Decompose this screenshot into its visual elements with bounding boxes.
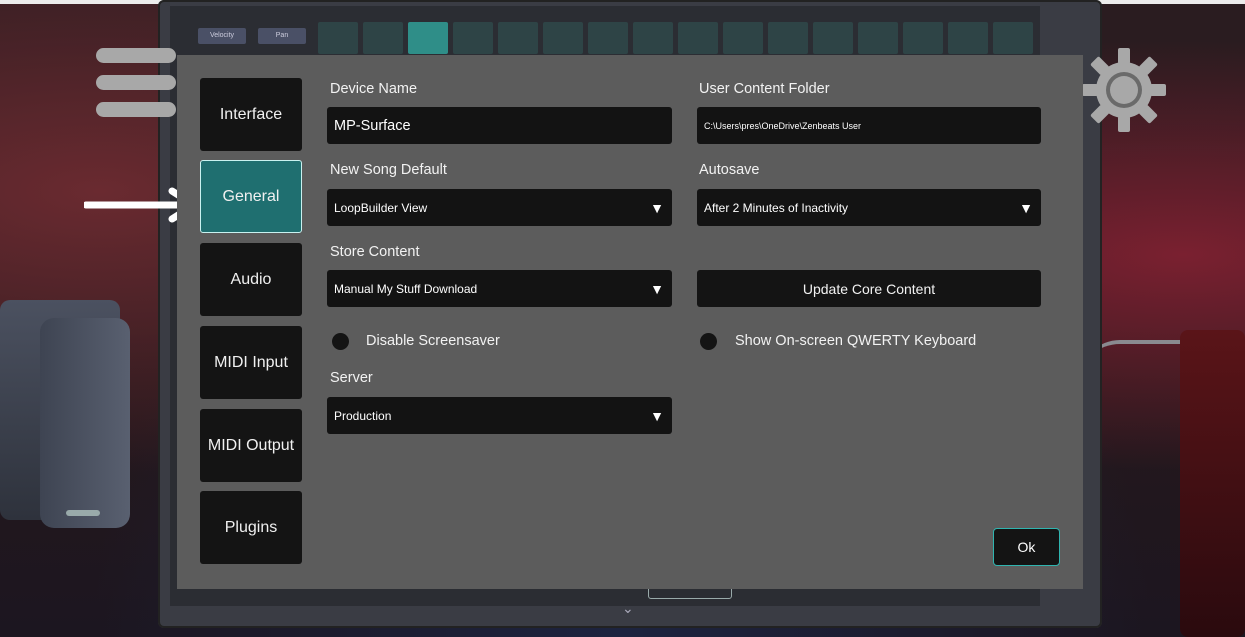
tab-audio[interactable]: Audio — [200, 243, 302, 316]
background-pad — [588, 22, 628, 54]
background-pad — [498, 22, 538, 54]
background-velocity-button: Velocity — [198, 28, 246, 44]
background-pad — [723, 22, 763, 54]
triangle-down-icon: ▼ — [1019, 199, 1033, 216]
device-name-label: Device Name — [330, 81, 418, 97]
server-label: Server — [330, 370, 373, 386]
background-pad — [993, 22, 1033, 54]
triangle-down-icon: ▼ — [650, 199, 664, 216]
show-qwerty-label: Show On-screen QWERTY Keyboard — [735, 333, 977, 349]
background-pad — [363, 22, 403, 54]
autosave-value: After 2 Minutes of Inactivity — [704, 200, 849, 215]
show-qwerty-radio[interactable] — [700, 333, 717, 350]
background-pad — [678, 22, 718, 54]
background-pad — [903, 22, 943, 54]
update-core-content-button[interactable]: Update Core Content — [697, 270, 1041, 307]
background-right-device — [1180, 330, 1245, 637]
store-content-select[interactable]: Manual My Stuff Download ▼ — [327, 270, 672, 307]
triangle-down-icon: ▼ — [650, 280, 664, 297]
user-content-folder-label: User Content Folder — [699, 81, 830, 97]
background-pad — [768, 22, 808, 54]
background-pad — [543, 22, 583, 54]
gear-icon[interactable] — [1082, 48, 1166, 137]
background-pad — [948, 22, 988, 54]
background-pan-button: Pan — [258, 28, 306, 44]
ok-button[interactable]: Ok — [993, 528, 1060, 566]
tab-general[interactable]: General — [200, 160, 302, 233]
device-name-input[interactable]: MP-Surface — [327, 107, 672, 144]
store-content-label: Store Content — [330, 244, 420, 260]
server-select[interactable]: Production ▼ — [327, 397, 672, 434]
server-value: Production — [334, 408, 392, 423]
tab-midi-input[interactable]: MIDI Input — [200, 326, 302, 399]
tab-midi-output[interactable]: MIDI Output — [200, 409, 302, 482]
user-content-folder-input[interactable]: C:\Users\pres\OneDrive\Zenbeats User — [697, 107, 1041, 144]
store-content-value: Manual My Stuff Download — [334, 281, 478, 296]
background-pad-row — [318, 22, 1033, 54]
autosave-label: Autosave — [699, 162, 760, 178]
autosave-select[interactable]: After 2 Minutes of Inactivity ▼ — [697, 189, 1041, 226]
background-pad — [318, 22, 358, 54]
chevron-down-icon: ⌄ — [622, 600, 634, 616]
background-pad — [633, 22, 673, 54]
tab-plugins[interactable]: Plugins — [200, 491, 302, 564]
tab-interface[interactable]: Interface — [200, 78, 302, 151]
background-left-device — [40, 318, 130, 528]
disable-screensaver-label: Disable Screensaver — [366, 333, 500, 349]
background-pad — [453, 22, 493, 54]
new-song-default-value: LoopBuilder View — [334, 200, 428, 215]
background-pad — [813, 22, 853, 54]
new-song-default-label: New Song Default — [330, 162, 447, 178]
triangle-down-icon: ▼ — [650, 407, 664, 424]
background-pad — [408, 22, 448, 54]
hamburger-icon[interactable] — [96, 48, 176, 129]
disable-screensaver-radio[interactable] — [332, 333, 349, 350]
background-pad — [858, 22, 898, 54]
new-song-default-select[interactable]: LoopBuilder View ▼ — [327, 189, 672, 226]
background-left-slot — [66, 510, 100, 516]
